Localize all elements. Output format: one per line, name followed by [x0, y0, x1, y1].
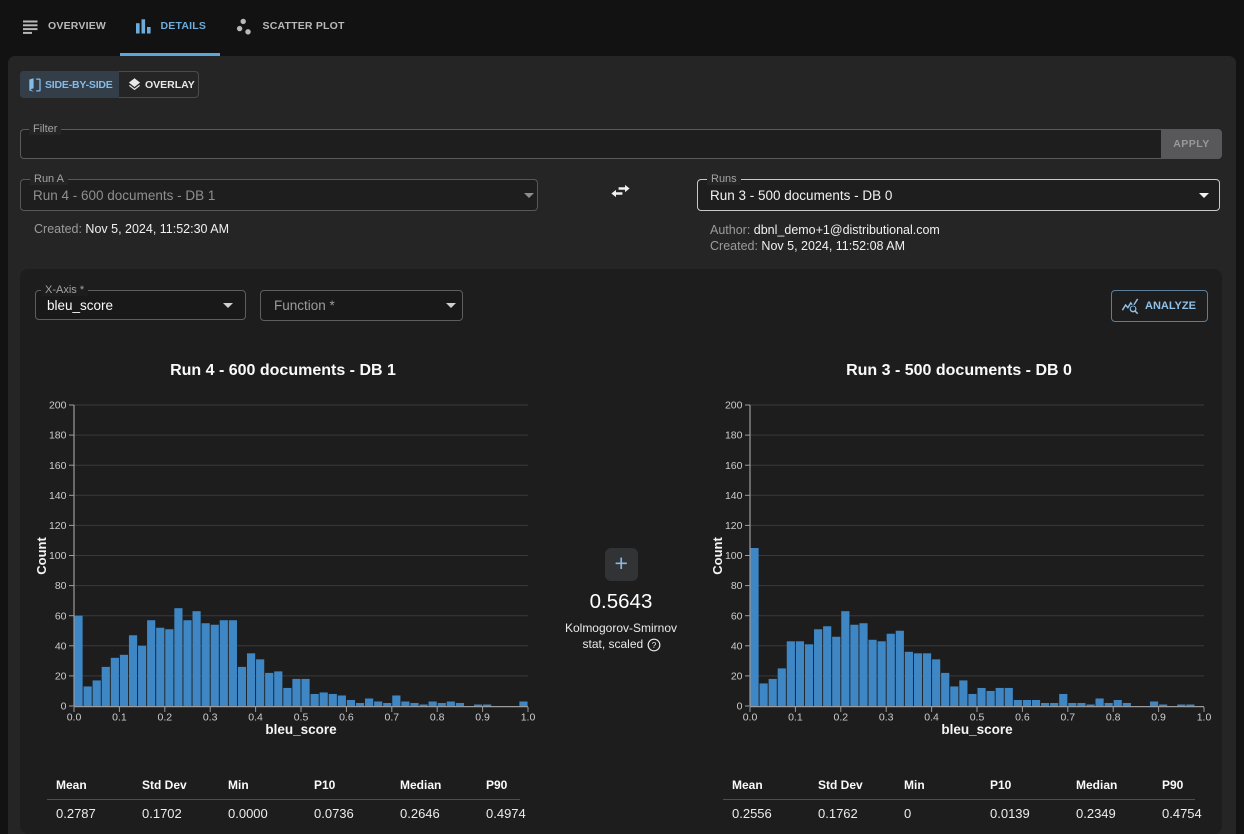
- svg-text:0.6: 0.6: [339, 712, 354, 724]
- svg-text:0.0: 0.0: [743, 712, 758, 724]
- svg-text:200: 200: [725, 400, 743, 412]
- svg-text:0.6: 0.6: [1015, 712, 1030, 724]
- svg-text:80: 80: [55, 580, 67, 592]
- svg-text:160: 160: [49, 460, 67, 472]
- svg-text:bleu_score: bleu_score: [941, 722, 1013, 737]
- svg-text:20: 20: [55, 671, 67, 683]
- svg-text:200: 200: [49, 400, 67, 412]
- svg-text:bleu_score: bleu_score: [265, 722, 337, 737]
- svg-text:0.1: 0.1: [112, 712, 127, 724]
- svg-text:180: 180: [49, 430, 67, 442]
- svg-text:120: 120: [49, 520, 67, 532]
- svg-text:100: 100: [725, 550, 743, 562]
- svg-text:?: ?: [651, 640, 656, 649]
- svg-text:0.0: 0.0: [67, 712, 82, 724]
- svg-text:40: 40: [55, 640, 67, 652]
- svg-text:120: 120: [725, 520, 743, 532]
- svg-text:Count: Count: [34, 537, 49, 575]
- svg-text:0.7: 0.7: [384, 712, 399, 724]
- svg-text:180: 180: [725, 430, 743, 442]
- svg-text:0.2: 0.2: [833, 712, 848, 724]
- svg-text:1.0: 1.0: [1197, 712, 1212, 724]
- svg-text:160: 160: [725, 460, 743, 472]
- svg-text:0.3: 0.3: [203, 712, 218, 724]
- svg-text:40: 40: [731, 640, 743, 652]
- svg-text:20: 20: [731, 671, 743, 683]
- svg-text:140: 140: [725, 490, 743, 502]
- svg-text:0.4: 0.4: [924, 712, 939, 724]
- svg-text:0.3: 0.3: [879, 712, 894, 724]
- svg-text:0.9: 0.9: [1151, 712, 1166, 724]
- svg-text:140: 140: [49, 490, 67, 502]
- svg-text:60: 60: [731, 610, 743, 622]
- svg-text:Count: Count: [710, 537, 725, 575]
- svg-text:60: 60: [55, 610, 67, 622]
- svg-text:0.8: 0.8: [430, 712, 445, 724]
- svg-text:0.1: 0.1: [788, 712, 803, 724]
- svg-text:80: 80: [731, 580, 743, 592]
- svg-text:0.7: 0.7: [1060, 712, 1075, 724]
- svg-text:1.0: 1.0: [521, 712, 536, 724]
- svg-text:100: 100: [49, 550, 67, 562]
- svg-text:0.2: 0.2: [157, 712, 172, 724]
- svg-text:0.8: 0.8: [1106, 712, 1121, 724]
- svg-text:0.9: 0.9: [475, 712, 490, 724]
- svg-text:0.4: 0.4: [248, 712, 263, 724]
